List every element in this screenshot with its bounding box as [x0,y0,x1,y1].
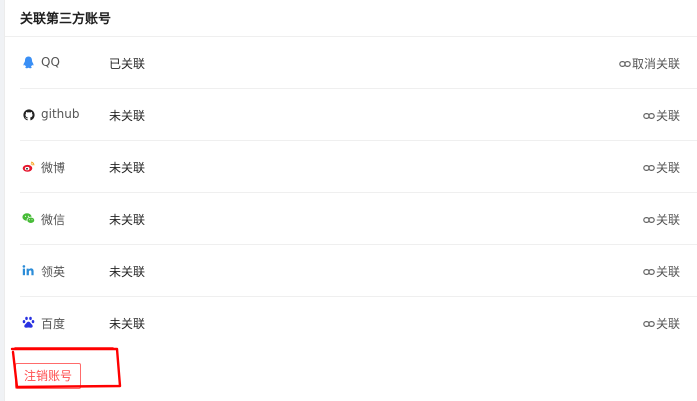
link-github-button[interactable]: 关联 [643,107,680,124]
link-icon [643,110,655,122]
platform-name: github [41,107,80,121]
qq-icon [22,56,35,69]
link-icon [643,266,655,278]
platform-name: 微博 [41,161,66,175]
third-party-accounts-card: 关联第三方账号 QQ 已关联 取消关联 github 未关联 关联 微博 未关联… [4,0,697,401]
action-label: 关联 [655,109,680,123]
link-baidu-button[interactable]: 关联 [643,315,680,332]
account-list: QQ 已关联 取消关联 github 未关联 关联 微博 未关联 关联 微信 未… [20,37,697,349]
link-icon [643,318,655,330]
account-row-github: github 未关联 关联 [20,89,697,141]
baidu-icon [22,316,35,329]
link-linkedin-button[interactable]: 关联 [643,263,680,280]
action-label: 关联 [655,213,680,227]
account-row-baidu: 百度 未关联 关联 [20,297,697,349]
link-status: 未关联 [109,317,146,331]
account-row-linkedin: 领英 未关联 关联 [20,245,697,297]
link-status: 未关联 [109,265,146,279]
card-header: 关联第三方账号 [5,0,697,37]
platform-name: 领英 [41,265,66,279]
unlink-qq-button[interactable]: 取消关联 [619,55,680,72]
weibo-icon [22,160,35,173]
action-label: 关联 [655,265,680,279]
link-status: 未关联 [109,161,146,175]
action-label: 取消关联 [631,57,680,71]
link-status: 未关联 [109,109,146,123]
action-label: 关联 [655,317,680,331]
action-label: 关联 [655,161,680,175]
account-row-wechat: 微信 未关联 关联 [20,193,697,245]
platform-name: 百度 [41,317,66,331]
link-icon [643,162,655,174]
account-row-qq: QQ 已关联 取消关联 [20,37,697,89]
cancel-account-button[interactable]: 注销账号 [15,363,82,389]
link-icon [643,214,655,226]
platform-name: 微信 [41,213,66,227]
platform-name: QQ [41,55,60,69]
page-title: 关联第三方账号 [20,11,112,27]
link-wechat-button[interactable]: 关联 [643,211,680,228]
link-status: 未关联 [109,213,146,227]
linkedin-icon [22,264,35,277]
link-icon [619,58,631,70]
link-weibo-button[interactable]: 关联 [643,159,680,176]
github-icon [22,108,35,121]
link-status: 已关联 [109,57,146,71]
wechat-icon [22,212,35,225]
account-row-weibo: 微博 未关联 关联 [20,141,697,193]
